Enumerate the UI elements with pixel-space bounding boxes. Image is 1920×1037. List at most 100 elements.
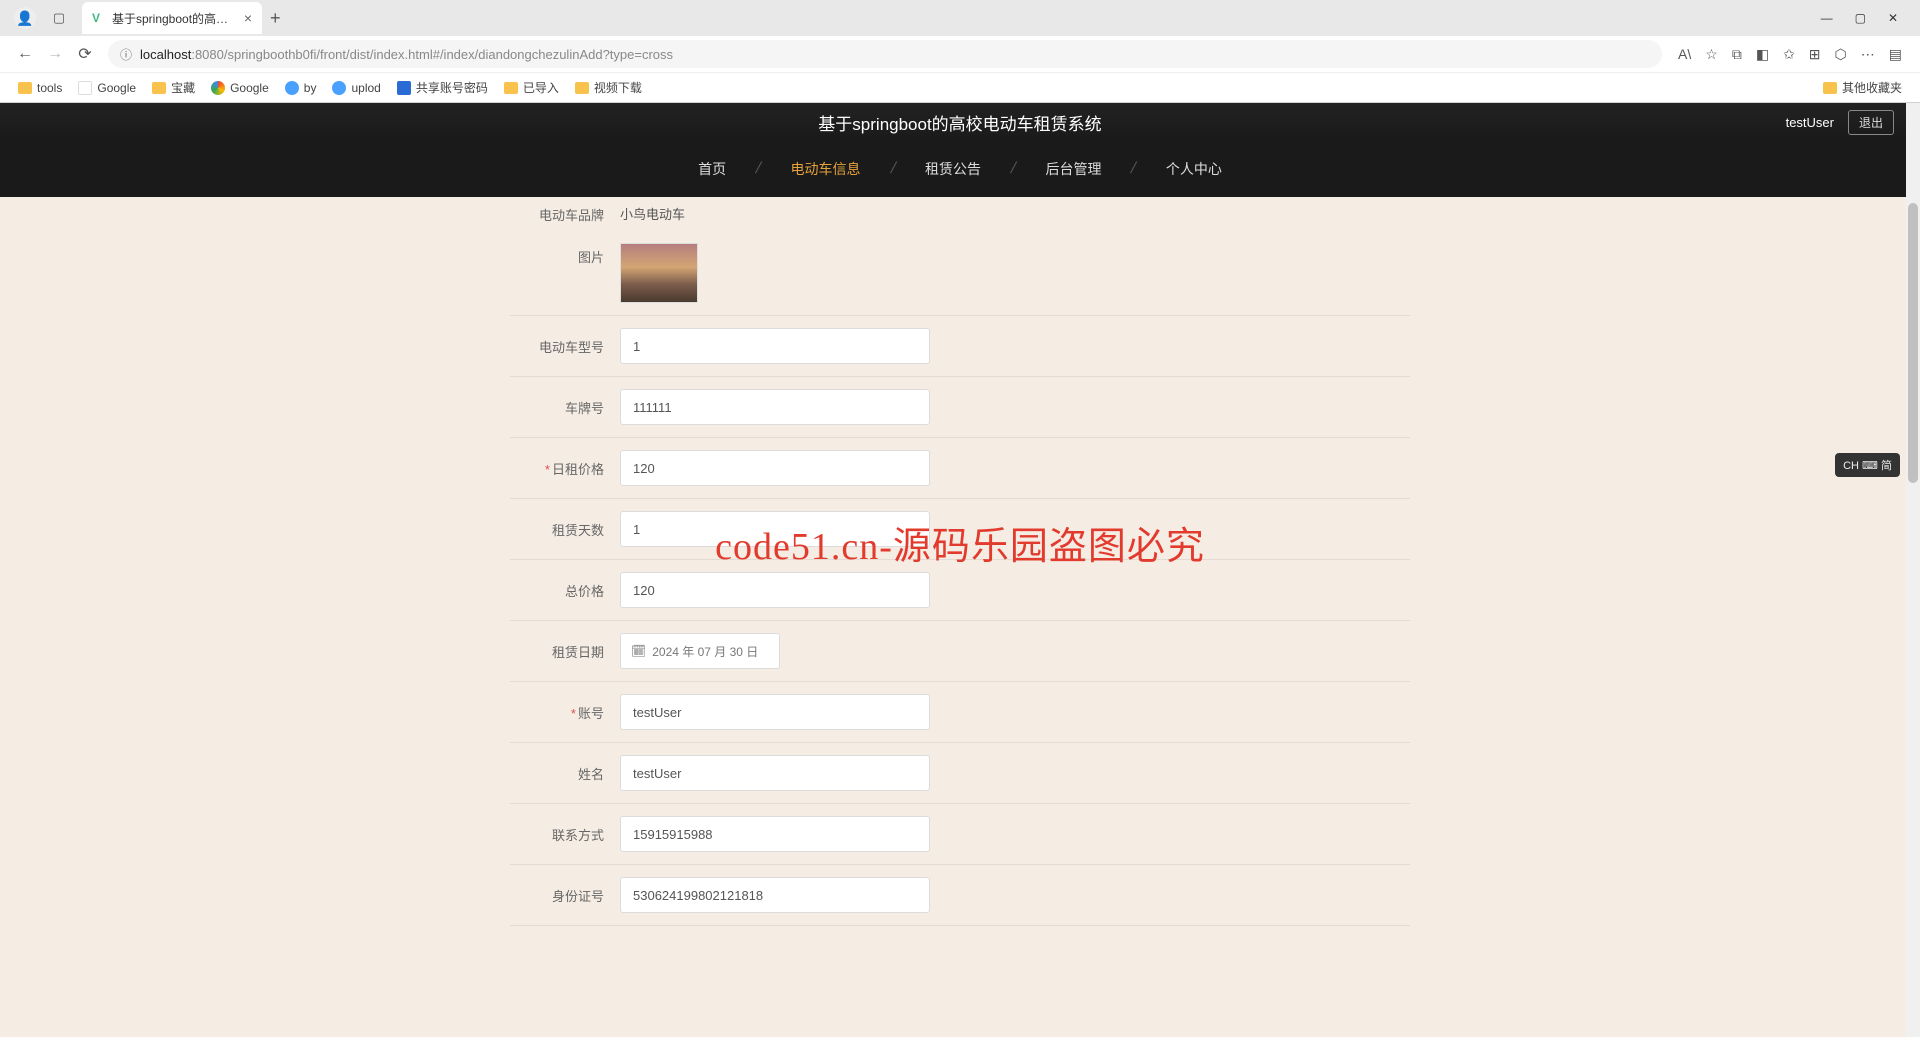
collections-icon[interactable]: ◧ xyxy=(1756,46,1769,63)
more-menu-icon[interactable]: ⋯ xyxy=(1861,46,1875,63)
label-account: *账号 xyxy=(510,703,620,722)
label-name: 姓名 xyxy=(510,764,620,783)
folder-icon xyxy=(152,82,166,94)
row-model: 电动车型号 xyxy=(510,316,1410,377)
nav-home[interactable]: 首页 xyxy=(668,159,756,179)
nav-admin[interactable]: 后台管理 xyxy=(1015,159,1131,179)
profile-icon[interactable]: 👤 xyxy=(14,7,36,29)
addr-actions: A\ ☆ ⧉ ◧ ✩ ⊞ ⬡ ⋯ ▤ xyxy=(1670,46,1910,63)
split-screen-icon[interactable]: ⧉ xyxy=(1732,46,1742,63)
date-value: 2024 年 07 月 30 日 xyxy=(652,643,758,660)
label-dayprice: *日租价格 xyxy=(510,459,620,478)
nav-rental-notice[interactable]: 租赁公告 xyxy=(895,159,1011,179)
back-button[interactable]: ← xyxy=(10,39,40,69)
page-viewport: code51.cncode51.cncode51.cncode51.cncode… xyxy=(0,103,1920,1037)
calendar-icon: 🗓 xyxy=(631,644,646,658)
row-total: 总价格 xyxy=(510,560,1410,621)
row-dayprice: *日租价格 xyxy=(510,438,1410,499)
form-panel: 电动车品牌 小鸟电动车 图片 电动车型号 车牌号 *日租价格 xyxy=(490,197,1430,926)
input-days[interactable] xyxy=(620,511,930,547)
reload-button[interactable]: ⟳ xyxy=(70,39,100,69)
browser-chrome: 👤 ▢ V 基于springboot的高校电动车租赁 × + — ▢ ✕ ← →… xyxy=(0,0,1920,103)
extensions-icon[interactable]: ⊞ xyxy=(1809,46,1821,63)
address-bar: ← → ⟳ ⓘ localhost:8080/springboothb0fi/f… xyxy=(0,36,1920,72)
bookmark-video-dl[interactable]: 视频下载 xyxy=(567,79,650,96)
bookmark-other[interactable]: 其他收藏夹 xyxy=(1815,79,1910,96)
bookmark-imported[interactable]: 已导入 xyxy=(496,79,567,96)
input-idcard[interactable] xyxy=(620,877,930,913)
ime-badge[interactable]: CH ⌨ 简 xyxy=(1835,453,1900,477)
read-aloud-icon[interactable]: A\ xyxy=(1678,46,1691,62)
label-total: 总价格 xyxy=(510,581,620,600)
side-panel-icon[interactable]: ▤ xyxy=(1889,46,1902,63)
image-thumb[interactable] xyxy=(620,243,698,303)
row-name: 姓名 xyxy=(510,743,1410,804)
maximize-button[interactable]: ▢ xyxy=(1855,11,1866,25)
new-tab-button[interactable]: + xyxy=(270,8,281,29)
favorites-bar-icon[interactable]: ✩ xyxy=(1783,46,1795,63)
url-path: /springboothb0fi/front/dist/index.html#/… xyxy=(224,47,673,62)
input-name[interactable] xyxy=(620,755,930,791)
logout-button[interactable]: 退出 xyxy=(1848,110,1894,135)
nav-user-center[interactable]: 个人中心 xyxy=(1136,159,1252,179)
row-date: 租赁日期 🗓 2024 年 07 月 30 日 xyxy=(510,621,1410,682)
label-date: 租赁日期 xyxy=(510,642,620,661)
folder-icon xyxy=(1823,82,1837,94)
url-host: localhost xyxy=(140,47,191,62)
input-plate[interactable] xyxy=(620,389,930,425)
site-info-icon[interactable]: ⓘ xyxy=(120,46,132,63)
bookmark-google2[interactable]: Google xyxy=(203,81,277,95)
bookmarks-bar: tools Google 宝藏 Google by uplod 共享账号密码 已… xyxy=(0,72,1920,102)
tab-strip: 👤 ▢ V 基于springboot的高校电动车租赁 × + — ▢ ✕ xyxy=(0,0,1920,36)
bookmark-by[interactable]: by xyxy=(277,81,325,95)
user-zone: testUser 退出 xyxy=(1786,110,1894,135)
tab-close-icon[interactable]: × xyxy=(244,10,252,26)
value-brand: 小鸟电动车 xyxy=(620,207,685,222)
input-total[interactable] xyxy=(620,572,930,608)
bookmark-uplod[interactable]: uplod xyxy=(324,81,388,95)
link-icon xyxy=(332,81,346,95)
google-icon xyxy=(211,81,225,95)
url-port: :8080 xyxy=(191,47,224,62)
bookmark-baozang[interactable]: 宝藏 xyxy=(144,79,203,96)
wallet-icon[interactable]: ⬡ xyxy=(1835,46,1847,63)
bookmark-google[interactable]: Google xyxy=(70,81,144,95)
page-icon xyxy=(78,81,92,95)
scrollbar-thumb[interactable] xyxy=(1908,203,1918,483)
row-plate: 车牌号 xyxy=(510,377,1410,438)
site-header: 基于springboot的高校电动车租赁系统 testUser 退出 xyxy=(0,103,1920,141)
label-brand: 电动车品牌 xyxy=(510,205,620,224)
label-image: 图片 xyxy=(510,243,620,266)
folder-icon xyxy=(504,82,518,94)
bookmark-share-pwd[interactable]: 共享账号密码 xyxy=(389,79,496,96)
main-nav: 首页 / 电动车信息 / 租赁公告 / 后台管理 / 个人中心 xyxy=(0,141,1920,197)
row-brand: 电动车品牌 小鸟电动车 xyxy=(510,197,1410,231)
close-window-button[interactable]: ✕ xyxy=(1888,11,1898,25)
input-model[interactable] xyxy=(620,328,930,364)
url-input[interactable]: ⓘ localhost:8080/springboothb0fi/front/d… xyxy=(108,40,1662,68)
scrollbar-track[interactable] xyxy=(1906,103,1920,1037)
row-days: 租赁天数 xyxy=(510,499,1410,560)
bookmark-tools[interactable]: tools xyxy=(10,81,70,95)
nav-ebike-info[interactable]: 电动车信息 xyxy=(761,159,891,179)
browser-tab[interactable]: V 基于springboot的高校电动车租赁 × xyxy=(82,2,262,34)
input-dayprice[interactable] xyxy=(620,450,930,486)
label-plate: 车牌号 xyxy=(510,398,620,417)
input-account[interactable] xyxy=(620,694,930,730)
minimize-button[interactable]: — xyxy=(1821,11,1833,25)
form-wrap: 电动车品牌 小鸟电动车 图片 电动车型号 车牌号 *日租价格 xyxy=(0,197,1920,1037)
site-title: 基于springboot的高校电动车租赁系统 xyxy=(818,110,1101,135)
window-controls: — ▢ ✕ xyxy=(1821,11,1912,25)
folder-icon xyxy=(575,82,589,94)
input-date[interactable]: 🗓 2024 年 07 月 30 日 xyxy=(620,633,780,669)
input-phone[interactable] xyxy=(620,816,930,852)
username-label[interactable]: testUser xyxy=(1786,115,1834,130)
label-model: 电动车型号 xyxy=(510,337,620,356)
tabs-overview-icon[interactable]: ▢ xyxy=(48,7,70,29)
link-icon xyxy=(397,81,411,95)
label-idcard: 身份证号 xyxy=(510,886,620,905)
page-body: 基于springboot的高校电动车租赁系统 testUser 退出 首页 / … xyxy=(0,103,1920,1037)
forward-button[interactable]: → xyxy=(40,39,70,69)
row-account: *账号 xyxy=(510,682,1410,743)
favorite-icon[interactable]: ☆ xyxy=(1705,46,1718,63)
